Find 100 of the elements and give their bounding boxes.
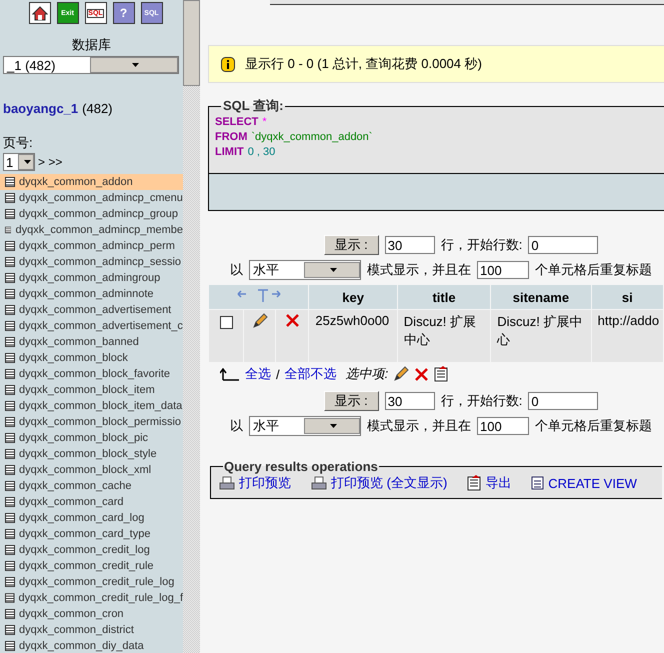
repeat-input[interactable]: 100 xyxy=(477,417,529,435)
house-icon xyxy=(32,6,48,20)
sql-line: SELECT * xyxy=(215,115,268,130)
table-icon xyxy=(5,305,15,315)
table-icon xyxy=(5,225,12,235)
start-row-input[interactable]: 0 xyxy=(528,236,598,254)
mode-label: 模式显示，并且在 xyxy=(367,261,471,279)
table-cell: 25z5wh0o00 xyxy=(309,310,397,362)
start-row-input[interactable]: 0 xyxy=(528,392,598,410)
table-list-item[interactable]: dyqxk_common_admincp_perm xyxy=(0,238,183,254)
table-list-item[interactable]: dyqxk_common_card_type xyxy=(0,526,183,542)
table-list-item[interactable]: dyqxk_common_block_favorite xyxy=(0,366,183,382)
show-button[interactable]: 显示 : xyxy=(324,235,379,255)
table-icon xyxy=(5,513,15,523)
table-list-item[interactable]: dyqxk_common_block xyxy=(0,350,183,366)
table-icon xyxy=(5,177,15,187)
table-list-item[interactable]: dyqxk_common_admincp_membe xyxy=(0,222,183,238)
export-icon xyxy=(434,366,448,382)
table-list-item[interactable]: dyqxk_common_addon xyxy=(0,174,183,190)
table-cell: http://addo xyxy=(592,310,663,362)
printer-icon xyxy=(219,476,235,490)
info-message: 显示行 0 - 0 (1 总计, 查询花费 0.0004 秒) xyxy=(208,45,664,83)
table-list-item[interactable]: dyqxk_common_credit_rule xyxy=(0,558,183,574)
operation-link[interactable]: 打印预览 (全文显示) xyxy=(311,474,448,492)
printer-icon xyxy=(311,476,327,490)
table-list-item[interactable]: dyqxk_common_banned xyxy=(0,334,183,350)
database-link[interactable]: baoyangc_1 xyxy=(3,101,78,116)
database-select[interactable]: _1 (482) xyxy=(3,56,179,74)
table-icon xyxy=(5,273,15,283)
document-icon xyxy=(531,476,544,490)
table-list-item[interactable]: dyqxk_common_advertisement_c xyxy=(0,318,183,334)
table-list-item[interactable]: dyqxk_common_cron xyxy=(0,606,183,622)
table-list-item[interactable]: dyqxk_common_advertisement xyxy=(0,302,183,318)
rows-label: 行，开始行数: xyxy=(440,236,522,254)
operation-link[interactable]: CREATE VIEW xyxy=(531,474,637,492)
table-icon xyxy=(5,385,15,395)
table-list-item[interactable]: dyqxk_common_credit_log xyxy=(0,542,183,558)
export-icon xyxy=(467,475,482,491)
check-all-link[interactable]: 全选 xyxy=(245,365,271,383)
table-list-item[interactable]: dyqxk_common_district xyxy=(0,622,183,638)
table-list-item[interactable]: dyqxk_common_block_style xyxy=(0,446,183,462)
table-list-item[interactable]: dyqxk_common_block_item_data xyxy=(0,398,183,414)
table-icon xyxy=(5,321,15,331)
table-list-item[interactable]: dyqxk_common_admincp_cmenu xyxy=(0,190,183,206)
delete-icon xyxy=(414,366,430,382)
table-icon xyxy=(5,497,15,507)
table-list-item[interactable]: dyqxk_common_credit_rule_log_f xyxy=(0,590,183,606)
corner-arrow-icon xyxy=(220,368,240,380)
operation-link[interactable]: 导出 xyxy=(467,474,512,492)
table-list-item[interactable]: dyqxk_common_block_permissio xyxy=(0,414,183,430)
table-list-item[interactable]: dyqxk_common_card xyxy=(0,494,183,510)
table-icon xyxy=(5,625,15,635)
table-icon xyxy=(5,593,15,603)
table-list-item[interactable]: dyqxk_common_block_item xyxy=(0,382,183,398)
table-list-item[interactable]: dyqxk_common_admingroup xyxy=(0,270,183,286)
operation-link[interactable]: 打印预览 xyxy=(219,474,291,492)
column-header[interactable]: title xyxy=(398,285,490,309)
table-list-item[interactable]: dyqxk_common_card_log xyxy=(0,510,183,526)
table-list-item[interactable]: dyqxk_common_admincp_group xyxy=(0,206,183,222)
rows-input[interactable]: 30 xyxy=(384,236,435,254)
page-select[interactable]: 1 xyxy=(3,153,35,171)
rows-input[interactable]: 30 xyxy=(384,392,435,410)
row-checkbox[interactable] xyxy=(220,316,233,329)
table-icon xyxy=(5,193,15,203)
table-icon xyxy=(5,369,15,379)
table-icon xyxy=(5,417,15,427)
table-icon xyxy=(5,481,15,491)
delete-icon xyxy=(284,313,300,328)
table-list-item[interactable]: dyqxk_common_cache xyxy=(0,478,183,494)
table-list-item[interactable]: dyqxk_common_adminnote xyxy=(0,286,183,302)
column-header[interactable]: sitename xyxy=(491,285,591,309)
caret-icon xyxy=(330,268,337,272)
table-list-item[interactable]: dyqxk_common_block_xml xyxy=(0,462,183,478)
rows-label: 行，开始行数: xyxy=(440,392,522,410)
table-list-item[interactable]: dyqxk_common_admincp_sessio xyxy=(0,254,183,270)
uncheck-all-link[interactable]: 全部不选 xyxy=(284,365,337,383)
scrollbar[interactable] xyxy=(183,0,200,653)
table-list-item[interactable]: dyqxk_common_credit_rule_log xyxy=(0,574,183,590)
pencil-icon xyxy=(252,313,268,329)
table-icon xyxy=(5,241,15,251)
pencil-icon xyxy=(393,366,410,382)
mode-select[interactable]: 水平 xyxy=(249,416,361,436)
table-icon xyxy=(5,609,15,619)
table-icon xyxy=(5,529,15,539)
table-list-item[interactable]: dyqxk_common_diy_data xyxy=(0,638,183,653)
mode-select[interactable]: 水平 xyxy=(249,260,361,280)
show-button[interactable]: 显示 : xyxy=(324,391,379,411)
table-cell: Discuz! 扩展中心 xyxy=(398,310,490,362)
table-icon xyxy=(5,209,15,219)
column-header[interactable]: si xyxy=(592,285,663,309)
table-icon xyxy=(5,449,15,459)
column-header[interactable]: key xyxy=(309,285,397,309)
home-button[interactable] xyxy=(28,2,50,24)
scrollbar-thumb[interactable] xyxy=(183,0,200,86)
info-icon xyxy=(221,56,235,72)
table-list-item[interactable]: dyqxk_common_block_pic xyxy=(0,430,183,446)
table-icon xyxy=(5,257,15,267)
repeat-input[interactable]: 100 xyxy=(477,261,529,279)
table-icon xyxy=(5,561,15,571)
page-nav-link[interactable]: > >> xyxy=(38,155,62,169)
